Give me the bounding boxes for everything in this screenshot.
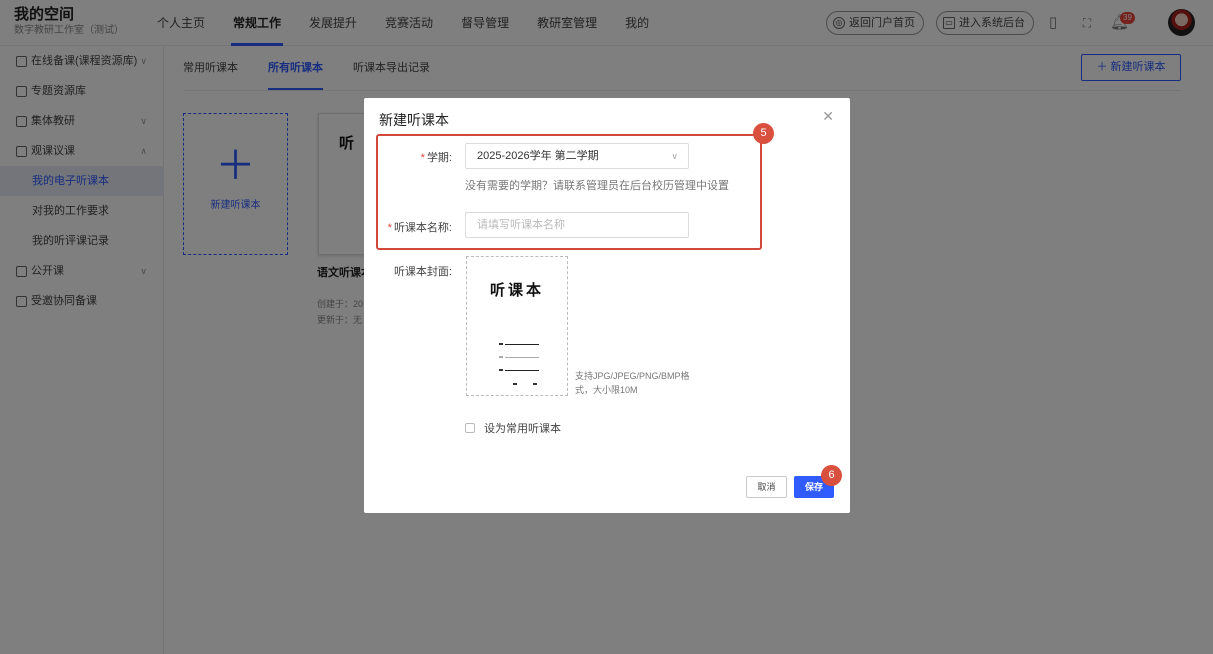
frequent-notebook-checkbox-row[interactable]: 设为常用听课本 (465, 420, 561, 436)
required-marker: * (420, 152, 425, 164)
name-label: * 听课本名称: (372, 219, 452, 235)
cancel-button[interactable]: 取消 (746, 476, 787, 498)
cover-field-line (505, 344, 539, 345)
cover-field-line (505, 357, 539, 358)
new-notebook-modal: 新建听课本 ✕ 5 * 学期: 2025-2026学年 第二学期 ∨ 没有需要的学… (364, 98, 850, 513)
term-hint: 没有需要的学期？请联系管理员在后台校历管理中设置 (465, 180, 729, 192)
term-select-value: 2025-2026学年 第二学期 (477, 150, 599, 162)
term-label: * 学期: (372, 149, 452, 165)
cover-label: 听课本封面: (393, 266, 452, 278)
close-icon[interactable]: ✕ (822, 108, 834, 125)
cover-field-mark (513, 383, 517, 385)
modal-title: 新建听课本 (379, 112, 449, 128)
cover-field-line (505, 370, 539, 371)
frequent-notebook-label: 设为常用听课本 (484, 423, 561, 435)
step-badge-5: 5 (753, 123, 774, 144)
cover-field-mark (499, 343, 503, 345)
name-label-text: 听课本名称: (393, 222, 452, 234)
term-label-text: 学期: (426, 152, 452, 164)
cover-field-mark (499, 369, 503, 371)
cover-field-mark (533, 383, 537, 385)
step-badge-6: 6 (821, 465, 842, 486)
cover-field-mark (499, 356, 503, 358)
notebook-name-input[interactable] (465, 212, 689, 238)
cover-upload-note: 支持JPG/JPEG/PNG/BMP格式，大小限10M (575, 371, 690, 395)
frequent-notebook-checkbox[interactable] (465, 423, 475, 433)
chevron-down-icon: ∨ (671, 151, 678, 161)
required-marker: * (387, 222, 392, 234)
cover-preview: 听课本 (469, 259, 565, 393)
term-select[interactable]: 2025-2026学年 第二学期 ∨ (465, 143, 689, 169)
cover-preview-title: 听课本 (489, 281, 544, 299)
cover-upload[interactable]: 听课本 (466, 256, 568, 396)
